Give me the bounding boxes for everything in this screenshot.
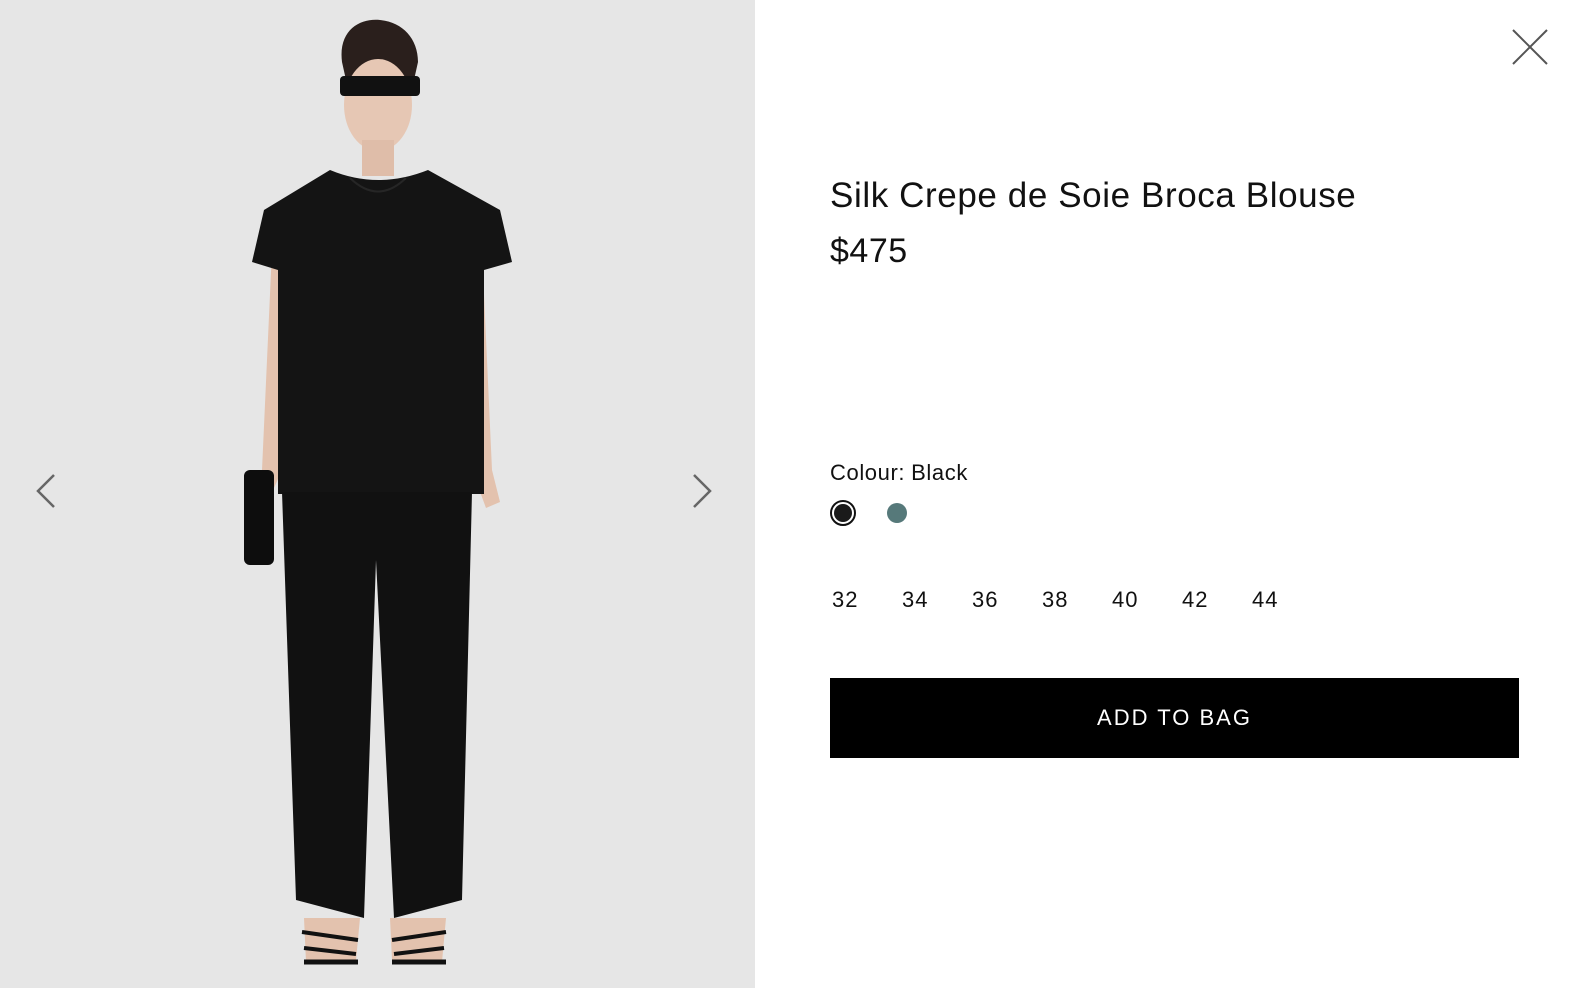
chevron-left-icon	[34, 471, 58, 516]
gallery-next-button[interactable]	[684, 470, 720, 516]
close-icon	[1511, 28, 1549, 71]
colour-label-text: Colour:	[830, 460, 906, 485]
swatch-dot	[887, 503, 907, 523]
close-button[interactable]	[1509, 28, 1551, 70]
product-quickview-modal: Silk Crepe de Soie Broca Blouse $475 Col…	[0, 0, 1593, 988]
size-option[interactable]: 32	[830, 587, 900, 613]
size-option[interactable]: 36	[970, 587, 1040, 613]
colour-swatch-teal[interactable]	[884, 500, 910, 526]
product-price: $475	[830, 232, 908, 270]
colour-swatches	[830, 500, 938, 526]
product-title: Silk Crepe de Soie Broca Blouse	[830, 176, 1357, 215]
swatch-dot	[834, 504, 852, 522]
chevron-right-icon	[690, 471, 714, 516]
size-selector: 32 34 36 38 40 42 44	[830, 587, 1320, 613]
add-to-bag-button[interactable]: ADD TO BAG	[830, 678, 1519, 758]
colour-label: Colour: Black	[830, 460, 968, 486]
size-option[interactable]: 40	[1110, 587, 1180, 613]
size-option[interactable]: 44	[1250, 587, 1320, 613]
size-option[interactable]: 38	[1040, 587, 1110, 613]
gallery-prev-button[interactable]	[28, 470, 64, 516]
colour-swatch-black[interactable]	[830, 500, 856, 526]
size-option[interactable]: 34	[900, 587, 970, 613]
size-option[interactable]: 42	[1180, 587, 1250, 613]
selected-colour-name: Black	[911, 460, 968, 485]
product-details-panel: Silk Crepe de Soie Broca Blouse $475 Col…	[755, 0, 1593, 988]
product-image	[244, 19, 512, 965]
product-image-gallery	[0, 0, 755, 988]
